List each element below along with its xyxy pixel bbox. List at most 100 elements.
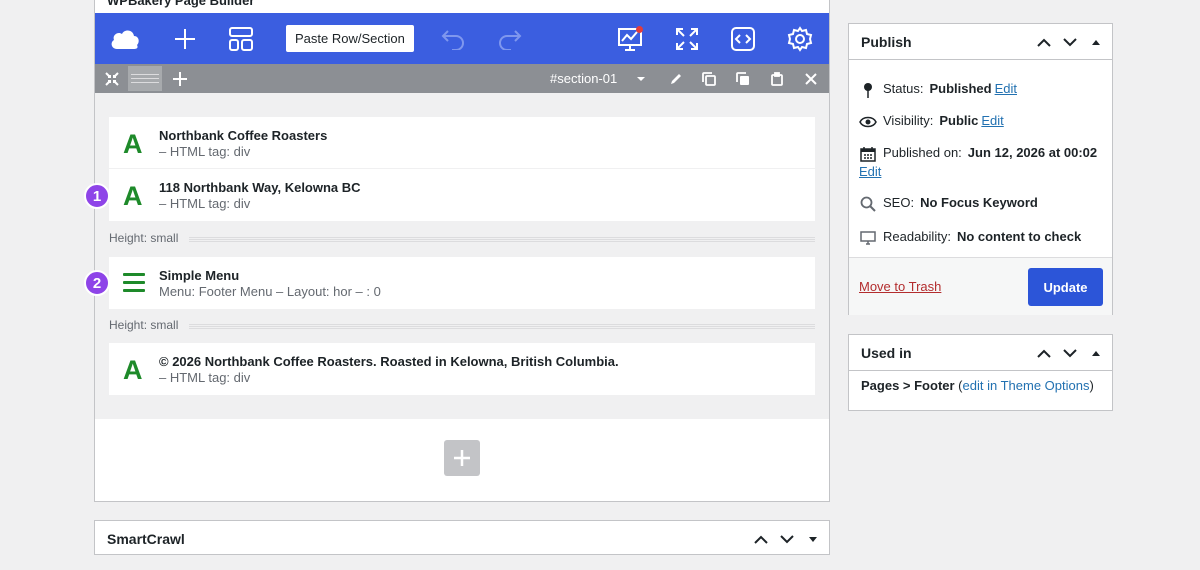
chevron-down-icon[interactable] xyxy=(777,529,797,549)
status-label: Status: xyxy=(883,81,924,96)
element-subtitle: Menu: Footer Menu – Layout: hor – : 0 xyxy=(159,284,381,299)
status-edit-link[interactable]: Edit xyxy=(995,81,1017,96)
copy-icon[interactable] xyxy=(699,69,719,89)
edit-theme-options-link[interactable]: edit in Theme Options xyxy=(963,378,1090,393)
update-button[interactable]: Update xyxy=(1028,268,1103,306)
undo-icon[interactable] xyxy=(437,23,469,55)
collapse-icon[interactable] xyxy=(102,69,122,89)
chevron-down-icon[interactable] xyxy=(1060,343,1080,363)
calendar-icon xyxy=(859,145,877,163)
chevron-down-icon[interactable] xyxy=(631,69,651,89)
visibility-label: Visibility: xyxy=(883,113,934,128)
text-element-icon: A xyxy=(123,129,143,159)
element-subtitle: – HTML tag: div xyxy=(159,196,251,211)
section-id-label: #section-01 xyxy=(550,71,618,86)
step-badge: 2 xyxy=(84,270,110,296)
drag-handle[interactable] xyxy=(128,66,162,91)
height-separator[interactable]: Height: small xyxy=(109,231,815,247)
section-content: A Northbank Coffee Roasters – HTML tag: … xyxy=(95,93,829,419)
row-card: A © 2026 Northbank Coffee Roasters. Roas… xyxy=(109,343,815,395)
chevron-down-icon[interactable] xyxy=(1060,32,1080,52)
chevron-up-icon[interactable] xyxy=(1034,343,1054,363)
publish-box: Publish Status: Published Edit Visibility:… xyxy=(848,23,1113,315)
publish-header: Publish xyxy=(849,24,1112,60)
smartcrawl-title: SmartCrawl xyxy=(107,531,185,547)
pencil-icon[interactable] xyxy=(666,69,686,89)
row-card: A Northbank Coffee Roasters – HTML tag: … xyxy=(109,117,815,221)
add-row-button[interactable] xyxy=(444,440,480,476)
row-card: Simple Menu Menu: Footer Menu – Layout: … xyxy=(109,257,815,309)
readability-label: Readability: xyxy=(883,229,951,244)
status-row: Status: Published Edit xyxy=(859,81,1017,99)
used-in-title: Used in xyxy=(861,345,912,361)
search-icon xyxy=(859,195,877,213)
paren: ( xyxy=(954,378,963,393)
published-on-row: Published on: Jun 12, 2026 at 00:02 xyxy=(859,145,1097,163)
fullscreen-icon[interactable] xyxy=(671,23,703,55)
clone-icon[interactable] xyxy=(733,69,753,89)
cloud-icon[interactable] xyxy=(109,23,141,55)
seo-value: No Focus Keyword xyxy=(920,195,1038,210)
used-in-pages: Pages > Footer xyxy=(861,378,955,393)
presentation-chart-icon[interactable] xyxy=(614,23,646,55)
height-label: Height: small xyxy=(109,318,185,332)
move-to-trash-link[interactable]: Move to Trash xyxy=(859,279,941,294)
toggle-arrow-icon[interactable] xyxy=(803,529,823,549)
element-subtitle: – HTML tag: div xyxy=(159,144,251,159)
pin-icon xyxy=(859,81,877,99)
menu-element-icon xyxy=(123,273,145,292)
used-in-content: Pages > Footer (edit in Theme Options) xyxy=(861,378,1094,393)
element-item[interactable]: A © 2026 Northbank Coffee Roasters. Roas… xyxy=(109,343,815,395)
box-controls xyxy=(1034,32,1106,52)
notification-dot xyxy=(636,26,643,33)
published-edit-link[interactable]: Edit xyxy=(859,164,881,179)
published-label: Published on: xyxy=(883,145,962,160)
builder-toolbar: Paste Row/Section xyxy=(95,13,829,64)
gear-icon[interactable] xyxy=(784,23,816,55)
close-icon[interactable] xyxy=(801,69,821,89)
element-title: 118 Northbank Way, Kelowna BC xyxy=(159,180,361,195)
box-controls xyxy=(1034,343,1106,363)
readability-value: No content to check xyxy=(956,229,1082,244)
separator-lines xyxy=(189,324,815,330)
box-controls xyxy=(751,529,823,549)
chevron-up-icon[interactable] xyxy=(751,529,771,549)
seo-row: SEO: No Focus Keyword xyxy=(859,195,1038,213)
used-in-header: Used in xyxy=(849,335,1112,371)
smartcrawl-box: SmartCrawl xyxy=(94,520,830,555)
step-badge: 1 xyxy=(84,183,110,209)
element-title: Simple Menu xyxy=(159,268,240,283)
paste-row-button[interactable]: Paste Row/Section xyxy=(286,25,414,52)
text-element-icon: A xyxy=(123,355,143,385)
element-item[interactable]: Simple Menu Menu: Footer Menu – Layout: … xyxy=(109,257,815,309)
publish-title: Publish xyxy=(861,34,912,50)
used-in-box: Used in Pages > Footer (edit in Theme Op… xyxy=(848,334,1113,411)
redo-icon[interactable] xyxy=(494,23,526,55)
chevron-up-icon[interactable] xyxy=(1034,32,1054,52)
paste-icon[interactable] xyxy=(767,69,787,89)
paren: ) xyxy=(1089,378,1094,393)
element-item[interactable]: A 118 Northbank Way, Kelowna BC – HTML t… xyxy=(109,169,815,221)
monitor-icon xyxy=(859,229,877,247)
height-separator[interactable]: Height: small xyxy=(109,318,815,334)
plus-icon[interactable] xyxy=(169,23,201,55)
readability-row: Readability: No content to check xyxy=(859,229,1081,247)
separator-lines xyxy=(189,237,815,243)
visibility-value: Public xyxy=(939,113,979,128)
published-value: Jun 12, 2026 at 00:02 xyxy=(967,145,1098,160)
toggle-arrow-icon[interactable] xyxy=(1086,32,1106,52)
element-title: Northbank Coffee Roasters xyxy=(159,128,328,143)
element-item[interactable]: A Northbank Coffee Roasters – HTML tag: … xyxy=(109,117,815,169)
status-value: Published xyxy=(929,81,992,96)
visibility-edit-link[interactable]: Edit xyxy=(981,113,1003,128)
eye-icon xyxy=(859,113,877,131)
code-icon[interactable] xyxy=(727,23,759,55)
layout-template-icon[interactable] xyxy=(225,23,257,55)
toggle-arrow-icon[interactable] xyxy=(1086,343,1106,363)
text-element-icon: A xyxy=(123,181,143,211)
publish-actions: Move to Trash Update xyxy=(849,257,1112,315)
plus-icon[interactable] xyxy=(170,69,190,89)
height-label: Height: small xyxy=(109,231,185,245)
seo-label: SEO: xyxy=(883,195,915,210)
visibility-row: Visibility: Public Edit xyxy=(859,113,1004,131)
